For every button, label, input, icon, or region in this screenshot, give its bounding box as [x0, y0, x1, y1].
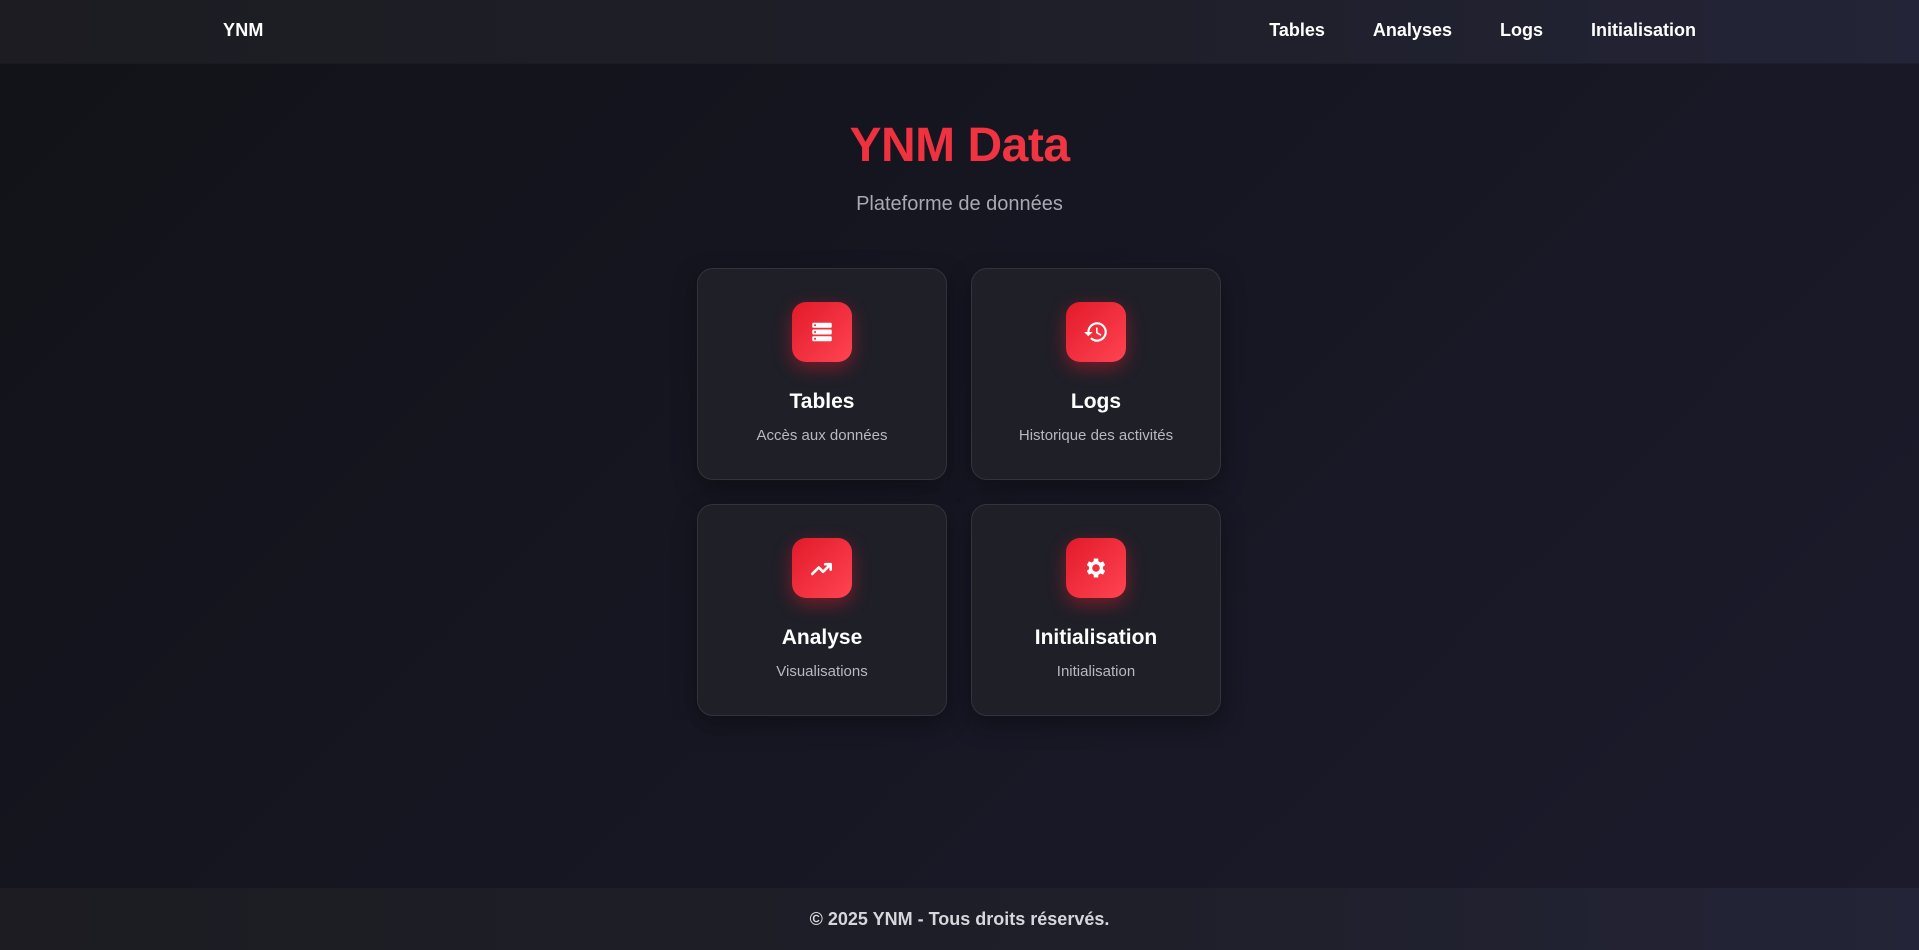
page-footer: © 2025 YNM - Tous droits réservés. [0, 888, 1919, 950]
top-navbar: YNM Tables Analyses Logs Initialisation [0, 0, 1919, 63]
card-description: Initialisation [1056, 663, 1136, 680]
card-analyse[interactable]: Analyse Visualisations [697, 504, 947, 716]
database-icon [792, 302, 852, 362]
history-icon [1066, 302, 1126, 362]
card-initialisation[interactable]: Initialisation Initialisation [971, 504, 1221, 716]
feature-card-grid: Tables Accès aux données Logs Historique… [697, 268, 1221, 716]
card-title: Analyse [781, 626, 863, 649]
card-description: Visualisations [776, 663, 868, 680]
gear-icon [1066, 538, 1126, 598]
page-title: YNM Data [0, 118, 1919, 173]
card-description: Accès aux données [756, 427, 888, 444]
brand-logo-text[interactable]: YNM [223, 20, 264, 41]
nav-link-logs[interactable]: Logs [1500, 20, 1543, 41]
card-title: Tables [789, 390, 855, 413]
page-subtitle: Plateforme de données [856, 193, 1063, 215]
card-title: Logs [1070, 390, 1122, 413]
card-tables[interactable]: Tables Accès aux données [697, 268, 947, 480]
footer-copyright: © 2025 YNM - Tous droits réservés. [809, 909, 1110, 929]
nav-link-tables[interactable]: Tables [1269, 20, 1325, 41]
card-description: Historique des activités [1018, 427, 1174, 444]
card-title: Initialisation [1034, 626, 1158, 649]
nav-link-analyses[interactable]: Analyses [1373, 20, 1452, 41]
main-nav: Tables Analyses Logs Initialisation [1269, 20, 1696, 41]
trending-up-icon [792, 538, 852, 598]
card-logs[interactable]: Logs Historique des activités [971, 268, 1221, 480]
nav-link-initialisation[interactable]: Initialisation [1591, 20, 1696, 41]
